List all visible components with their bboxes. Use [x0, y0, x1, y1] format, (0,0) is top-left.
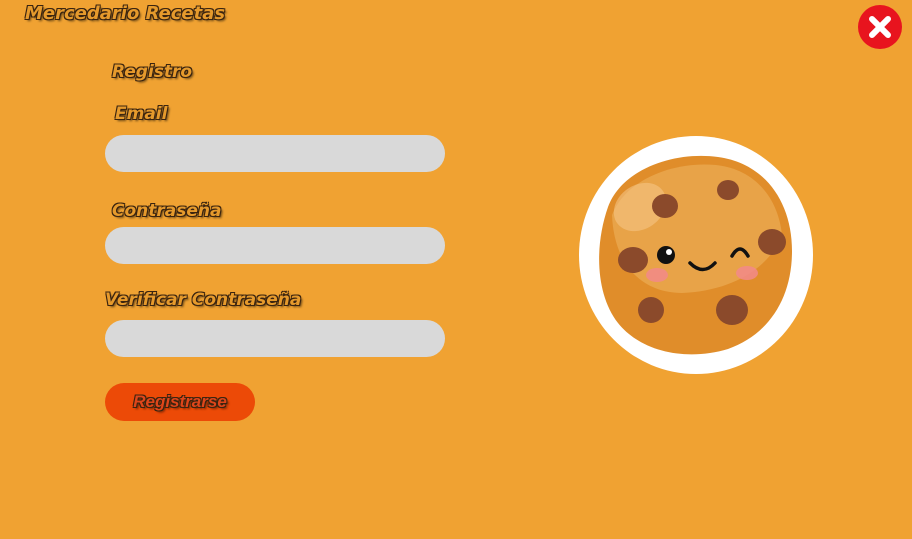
- app-title: Mercedario Recetas: [25, 3, 226, 24]
- verify-password-field[interactable]: [105, 320, 445, 357]
- close-icon: [869, 16, 891, 38]
- verify-password-label: Verificar Contraseña: [105, 290, 302, 310]
- close-button[interactable]: [858, 5, 902, 49]
- cookie-illustration: [578, 135, 814, 375]
- form-title: Registro: [112, 62, 193, 82]
- register-button-label: Registrarse: [133, 392, 227, 411]
- password-label: Contraseña: [112, 201, 222, 221]
- email-label: Email: [115, 104, 168, 124]
- email-field[interactable]: [105, 135, 445, 172]
- register-button[interactable]: Registrarse: [105, 383, 255, 421]
- password-field[interactable]: [105, 227, 445, 264]
